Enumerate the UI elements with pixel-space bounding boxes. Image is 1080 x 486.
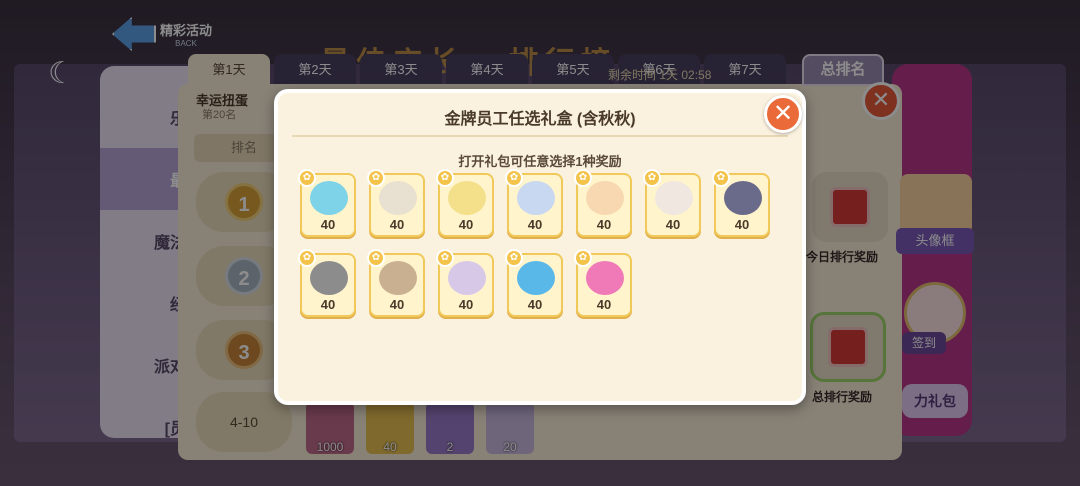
rarity-badge-icon: ✿ (436, 169, 454, 187)
modal-subtitle: 打开礼包可任意选择1种奖励 (458, 154, 622, 169)
reward-option[interactable]: ✿ 40 (505, 169, 563, 237)
gift-select-modal: 金牌员工任选礼盒 (含秋秋) 打开礼包可任意选择1种奖励 ✕ ✿ 40 ✿ 40 ✿ 40… (274, 89, 806, 405)
modal-close-button[interactable]: ✕ (764, 95, 802, 133)
rarity-badge-icon: ✿ (574, 169, 592, 187)
reward-option[interactable]: ✿ 40 (367, 249, 425, 317)
reward-option[interactable]: ✿ 40 (436, 169, 494, 237)
reward-amount: 40 (458, 217, 474, 232)
character-portrait-icon (448, 181, 486, 215)
rarity-badge-icon: ✿ (643, 169, 661, 187)
reward-amount: 40 (458, 297, 474, 312)
modal-divider (292, 135, 788, 137)
character-portrait-icon (517, 261, 555, 295)
reward-amount: 40 (665, 217, 681, 232)
reward-option[interactable]: ✿ 40 (436, 249, 494, 317)
reward-amount: 40 (320, 297, 336, 312)
character-portrait-icon (586, 181, 624, 215)
reward-amount: 40 (389, 297, 405, 312)
character-portrait-icon (448, 261, 486, 295)
reward-amount: 40 (527, 217, 543, 232)
character-portrait-icon (724, 181, 762, 215)
reward-option[interactable]: ✿ 40 (367, 169, 425, 237)
character-portrait-icon (586, 261, 624, 295)
rarity-badge-icon: ✿ (367, 249, 385, 267)
reward-amount: 40 (596, 297, 612, 312)
character-portrait-icon (310, 181, 348, 215)
rarity-badge-icon: ✿ (505, 169, 523, 187)
reward-option[interactable]: ✿ 40 (298, 169, 356, 237)
rarity-badge-icon: ✿ (298, 169, 316, 187)
reward-amount: 40 (734, 217, 750, 232)
modal-title: 金牌员工任选礼盒 (含秋秋) (444, 111, 636, 128)
character-portrait-icon (517, 181, 555, 215)
reward-option[interactable]: ✿ 40 (643, 169, 701, 237)
reward-option[interactable]: ✿ 40 (574, 249, 632, 317)
reward-amount: 40 (389, 217, 405, 232)
character-portrait-icon (310, 261, 348, 295)
rarity-badge-icon: ✿ (712, 169, 730, 187)
reward-option[interactable]: ✿ 40 (298, 249, 356, 317)
reward-amount: 40 (320, 217, 336, 232)
character-portrait-icon (379, 181, 417, 215)
reward-option[interactable]: ✿ 40 (574, 169, 632, 237)
character-portrait-icon (655, 181, 693, 215)
character-portrait-icon (379, 261, 417, 295)
reward-option[interactable]: ✿ 40 (712, 169, 770, 237)
rarity-badge-icon: ✿ (574, 249, 592, 267)
reward-amount: 40 (527, 297, 543, 312)
rarity-badge-icon: ✿ (505, 249, 523, 267)
reward-option[interactable]: ✿ 40 (505, 249, 563, 317)
reward-amount: 40 (596, 217, 612, 232)
rarity-badge-icon: ✿ (436, 249, 454, 267)
rarity-badge-icon: ✿ (367, 169, 385, 187)
rarity-badge-icon: ✿ (298, 249, 316, 267)
